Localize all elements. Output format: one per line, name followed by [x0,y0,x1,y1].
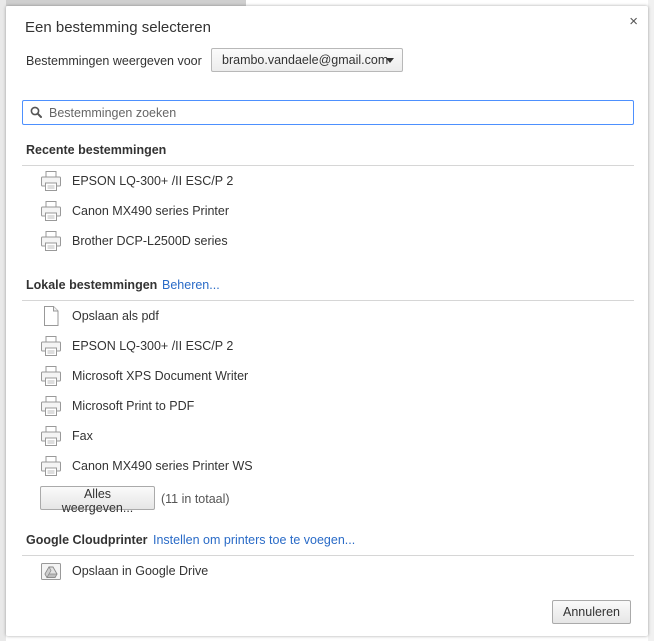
destination-item-fax[interactable]: Fax [40,424,600,450]
destination-item-local-epson[interactable]: EPSON LQ-300+ /II ESC/P 2 [40,334,600,360]
account-label: Bestemmingen weergeven voor [26,54,202,68]
background-panel-right [648,0,654,641]
total-count: (11 in totaal) [161,492,230,506]
printer-icon [41,426,61,446]
printer-icon [41,201,61,221]
account-select[interactable]: brambo.vandaele@gmail.com [211,48,403,72]
chevron-down-icon [386,58,394,63]
recent-destinations-heading: Recente bestemmingen [26,143,167,157]
search-icon [30,106,42,118]
recent-divider [22,165,634,166]
destination-label: Canon MX490 series Printer [72,204,230,218]
destination-item-recent-canon[interactable]: Canon MX490 series Printer [40,199,600,225]
destination-label: Microsoft XPS Document Writer [72,369,249,383]
destination-item-recent-epson[interactable]: EPSON LQ-300+ /II ESC/P 2 [40,169,600,195]
search-box[interactable] [22,100,634,125]
cloud-print-heading: Google Cloudprinter [26,533,148,547]
printer-icon [41,171,61,191]
printer-icon [41,336,61,356]
printer-icon [41,366,61,386]
destination-dialog: Een bestemming selecteren × Bestemmingen… [6,6,648,636]
dialog-title: Een bestemming selecteren [25,19,211,36]
destination-label: Microsoft Print to PDF [72,399,195,413]
destination-item-xps-writer[interactable]: Microsoft XPS Document Writer [40,364,600,390]
destination-item-save-pdf[interactable]: Opslaan als pdf [40,304,600,330]
destination-label: Fax [72,429,93,443]
manage-link[interactable]: Beheren... [162,278,220,292]
cloud-setup-link[interactable]: Instellen om printers toe te voegen... [153,533,355,547]
show-all-button[interactable]: Alles weergeven... [40,486,155,515]
account-select-value: brambo.vandaele@gmail.com [222,53,389,67]
destination-label: EPSON LQ-300+ /II ESC/P 2 [72,339,234,353]
cancel-button[interactable]: Annuleren [552,600,631,624]
destination-label: Opslaan in Google Drive [72,564,209,578]
destination-item-google-drive[interactable]: Opslaan in Google Drive [40,559,600,585]
destination-item-ms-print-pdf[interactable]: Microsoft Print to PDF [40,394,600,420]
destination-label: Canon MX490 series Printer WS [72,459,253,473]
destination-label: Opslaan als pdf [72,309,159,323]
destination-label: EPSON LQ-300+ /II ESC/P 2 [72,174,234,188]
destination-item-canon-ws[interactable]: Canon MX490 series Printer WS [40,454,600,480]
close-icon[interactable]: × [629,13,638,31]
destination-label: Brother DCP-L2500D series [72,234,228,248]
printer-icon [41,396,61,416]
document-icon [44,306,59,326]
google-drive-icon [41,563,61,580]
cloud-divider [22,555,634,556]
local-destinations-heading: Lokale bestemmingen [26,278,158,292]
search-input[interactable] [49,103,619,122]
destination-item-recent-brother[interactable]: Brother DCP-L2500D series [40,229,600,255]
local-divider [22,300,634,301]
printer-icon [41,456,61,476]
printer-icon [41,231,61,251]
